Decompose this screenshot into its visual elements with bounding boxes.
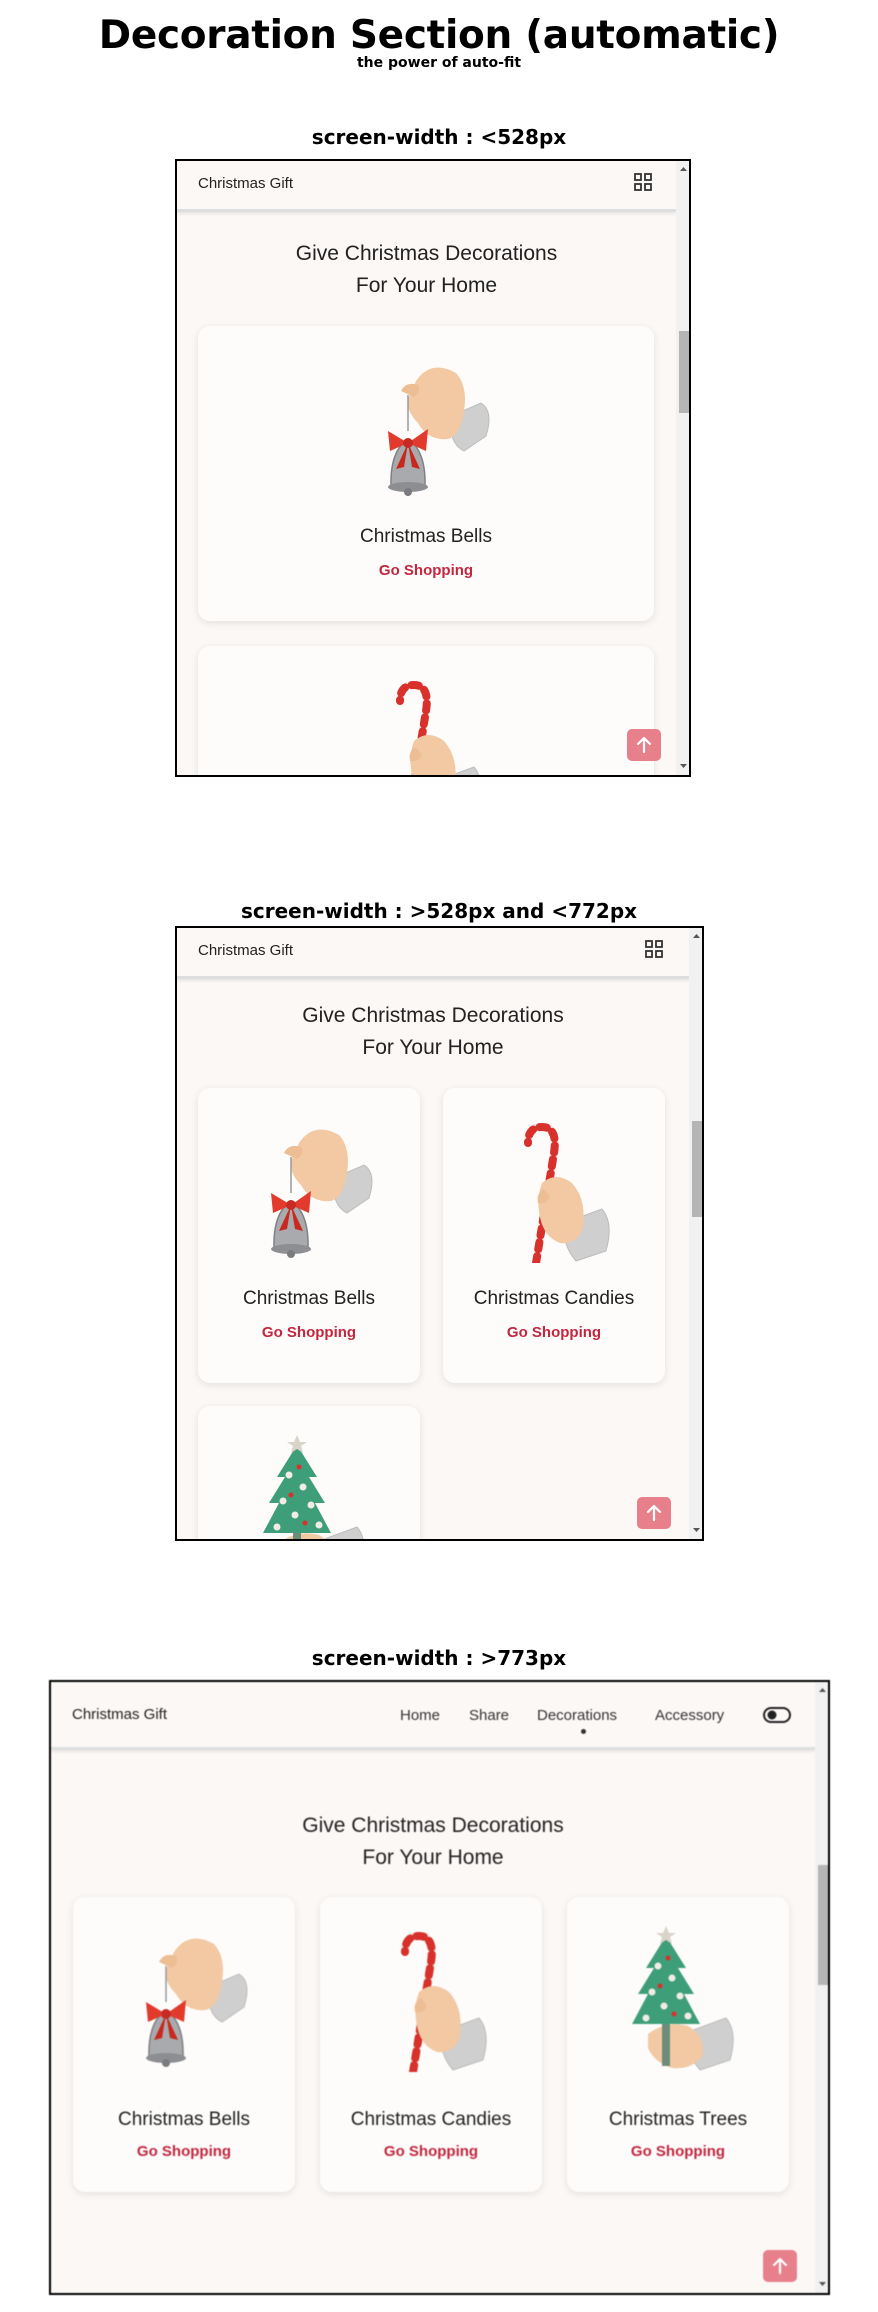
card-christmas-bells: Christmas Bells Go Shopping bbox=[73, 1897, 295, 2192]
bell-illustration bbox=[239, 1113, 379, 1263]
preview-frame-small: Christmas Gift Give Christmas Decoration… bbox=[175, 159, 691, 777]
card-title: Christmas Bells bbox=[243, 1288, 375, 1309]
scroll-up-arrow[interactable] bbox=[817, 1685, 828, 1694]
scroll-top-button[interactable] bbox=[763, 2250, 797, 2282]
go-shopping-link[interactable]: Go Shopping bbox=[198, 1324, 420, 1341]
header: Christmas Gift bbox=[177, 161, 676, 212]
card-christmas-bells: Christmas Bells Go Shopping bbox=[198, 326, 654, 621]
nav-accessory[interactable]: Accessory bbox=[655, 1707, 724, 1724]
go-shopping-link[interactable]: Go Shopping bbox=[567, 2143, 789, 2160]
header: Christmas Gift bbox=[177, 928, 689, 979]
scrollbar-thumb[interactable] bbox=[818, 1865, 828, 1985]
tree-illustration bbox=[239, 1431, 379, 1541]
card-christmas-bells: Christmas Bells Go Shopping bbox=[198, 1088, 420, 1383]
arrow-up-icon bbox=[771, 2257, 789, 2275]
card-christmas-trees bbox=[198, 1406, 420, 1541]
card-title: Christmas Candies bbox=[350, 2109, 512, 2130]
logo[interactable]: Christmas Gift bbox=[72, 1706, 167, 1723]
go-shopping-link[interactable]: Go Shopping bbox=[73, 2143, 295, 2160]
card-christmas-candies: Christmas Candies Go Shopping bbox=[320, 1897, 542, 2192]
arrow-up-icon bbox=[645, 1504, 663, 1522]
grid-menu-icon[interactable] bbox=[632, 171, 654, 193]
heading-line-1: Give Christmas Decorations bbox=[295, 242, 558, 265]
scrollbar[interactable] bbox=[815, 1682, 828, 2293]
section-heading: Give Christmas Decorations For Your Home bbox=[51, 1810, 815, 1874]
scrollbar-thumb[interactable] bbox=[679, 331, 689, 413]
nav-decorations[interactable]: Decorations bbox=[537, 1707, 617, 1724]
card-christmas-trees: Christmas Trees Go Shopping bbox=[567, 1897, 789, 2192]
card-title: Christmas Bells bbox=[360, 526, 492, 547]
active-nav-indicator bbox=[581, 1729, 586, 1734]
scroll-down-arrow[interactable] bbox=[691, 1526, 702, 1535]
bell-illustration bbox=[114, 1922, 254, 2072]
scrollbar[interactable] bbox=[689, 928, 702, 1539]
heading-line-1: Give Christmas Decorations bbox=[302, 1814, 564, 1837]
card-title: Christmas Candies bbox=[473, 1288, 635, 1309]
heading-line-2: For Your Home bbox=[355, 274, 498, 297]
heading-line-2: For Your Home bbox=[362, 1036, 504, 1059]
tree-illustration bbox=[608, 1922, 748, 2072]
section-heading: Give Christmas Decorations For Your Home bbox=[177, 1000, 689, 1064]
logo[interactable]: Christmas Gift bbox=[198, 942, 293, 959]
go-shopping-link[interactable]: Go Shopping bbox=[443, 1324, 665, 1341]
heading-line-1: Give Christmas Decorations bbox=[302, 1004, 564, 1027]
section-heading: Give Christmas Decorations For Your Home bbox=[177, 238, 676, 302]
page-subtitle: the power of auto-fit bbox=[356, 55, 522, 71]
nav-share[interactable]: Share bbox=[469, 1707, 509, 1724]
section-label-small: screen-width : <528px bbox=[311, 125, 567, 149]
card-christmas-candies: Christmas Candies Go Shopping bbox=[443, 1088, 665, 1383]
heading-line-2: For Your Home bbox=[362, 1846, 504, 1869]
preview-frame-large: Christmas Gift Home Share Decorations Ac… bbox=[49, 1680, 830, 2295]
scroll-up-arrow[interactable] bbox=[678, 164, 689, 173]
scrollbar-thumb[interactable] bbox=[692, 1121, 702, 1217]
card-christmas-candies bbox=[198, 646, 654, 777]
candy-cane-illustration bbox=[484, 1113, 624, 1263]
logo[interactable]: Christmas Gift bbox=[198, 175, 293, 192]
scroll-down-arrow[interactable] bbox=[817, 2280, 828, 2289]
header: Christmas Gift Home Share Decorations Ac… bbox=[51, 1682, 815, 1750]
scrollbar[interactable] bbox=[676, 161, 689, 775]
scroll-down-arrow[interactable] bbox=[678, 762, 689, 771]
scroll-top-button[interactable] bbox=[627, 729, 661, 761]
candy-cane-illustration bbox=[361, 1922, 501, 2072]
card-title: Christmas Bells bbox=[118, 2109, 250, 2130]
preview-frame-medium: Christmas Gift Give Christmas Decoration… bbox=[175, 926, 704, 1541]
go-shopping-link[interactable]: Go Shopping bbox=[198, 562, 654, 579]
scroll-top-button[interactable] bbox=[637, 1497, 671, 1529]
page-title: Decoration Section (automatic) bbox=[98, 13, 780, 58]
theme-toggle-icon[interactable] bbox=[763, 1707, 791, 1723]
card-title: Christmas Trees bbox=[608, 2109, 748, 2130]
go-shopping-link[interactable]: Go Shopping bbox=[320, 2143, 542, 2160]
nav-home[interactable]: Home bbox=[400, 1707, 440, 1724]
scroll-up-arrow[interactable] bbox=[691, 931, 702, 940]
section-label-large: screen-width : >773px bbox=[311, 1646, 567, 1670]
arrow-up-icon bbox=[635, 736, 653, 754]
bell-illustration bbox=[356, 351, 496, 501]
section-label-medium: screen-width : >528px and <772px bbox=[240, 899, 638, 923]
candy-cane-illustration bbox=[356, 671, 496, 777]
grid-menu-icon[interactable] bbox=[643, 938, 665, 960]
